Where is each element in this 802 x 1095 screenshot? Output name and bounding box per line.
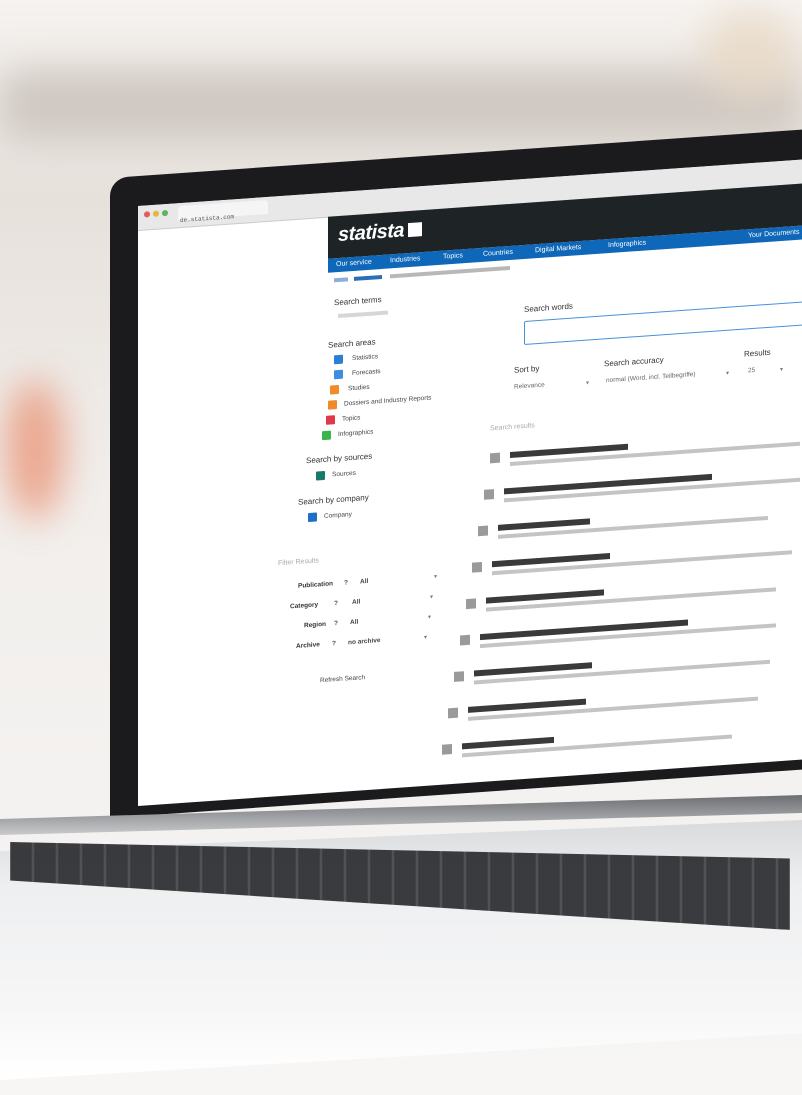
filter-archive-help-icon[interactable]: ? — [332, 640, 336, 647]
breadcrumb-home[interactable] — [334, 277, 348, 283]
nav-item-industries[interactable]: Industries — [390, 255, 420, 264]
filter-category-value[interactable]: All — [352, 598, 360, 606]
logo-text: statista — [338, 219, 405, 247]
minimize-window-button[interactable] — [153, 210, 159, 217]
result-thumbnail — [484, 489, 494, 500]
source-icon — [316, 470, 325, 481]
result-thumbnail — [442, 744, 452, 755]
chevron-down-icon[interactable]: ▾ — [430, 593, 433, 600]
filter-results-label: Filter Results — [278, 557, 319, 568]
result-thumbnail — [472, 561, 482, 573]
sort-by-label: Sort by — [514, 363, 540, 375]
chevron-down-icon[interactable]: ▾ — [424, 634, 427, 641]
chevron-down-icon[interactable]: ▾ — [780, 366, 783, 373]
filter-publication-help-icon[interactable]: ? — [344, 579, 348, 586]
result-thumbnail — [478, 525, 488, 537]
laptop-screen: de.statista.com statista Our service Ind… — [138, 157, 802, 806]
maximize-window-button[interactable] — [162, 209, 168, 217]
filter-archive-label: Archive — [296, 641, 320, 650]
bar-chart-icon — [334, 354, 343, 365]
sort-by-select[interactable]: Relevance — [514, 382, 545, 391]
nav-item-your-documents[interactable]: Your Documents — [748, 229, 800, 240]
result-thumbnail — [448, 707, 458, 719]
filter-region-help-icon[interactable]: ? — [334, 620, 338, 627]
chevron-down-icon[interactable]: ▾ — [428, 614, 431, 621]
search-by-sources-label: Search by sources — [306, 451, 373, 466]
search-area-statistics[interactable]: Statistics — [352, 353, 378, 362]
company-icon — [308, 512, 317, 523]
nav-item-our-service[interactable]: Our service — [336, 259, 372, 269]
breadcrumb-level-2[interactable] — [354, 274, 382, 281]
search-words-label: Search words — [524, 301, 573, 315]
search-area-studies[interactable]: Studies — [348, 384, 370, 393]
search-terms-field[interactable] — [338, 310, 388, 319]
search-terms-label: Search terms — [334, 294, 382, 308]
search-area-infographics[interactable]: Infographics — [338, 429, 373, 438]
search-by-company-label: Search by company — [298, 492, 369, 507]
statista-logo[interactable]: statista — [338, 218, 423, 247]
chevron-down-icon[interactable]: ▾ — [726, 370, 729, 377]
results-per-page-select[interactable]: 25 — [748, 367, 755, 375]
forecast-chart-icon — [334, 369, 343, 380]
search-accuracy-select[interactable]: normal (Word, incl. Teilbegriffe) — [606, 371, 696, 384]
filter-publication-label: Publication — [298, 580, 334, 590]
result-thumbnail — [460, 634, 470, 646]
study-document-icon — [330, 384, 339, 395]
nav-item-countries[interactable]: Countries — [483, 249, 513, 258]
result-thumbnail — [466, 598, 476, 610]
topic-icon — [326, 415, 335, 425]
nav-item-infographics[interactable]: Infographics — [608, 239, 646, 249]
search-results-heading: Search results — [490, 422, 535, 433]
search-by-company-item[interactable]: Company — [324, 511, 352, 520]
chevron-down-icon[interactable]: ▾ — [434, 573, 437, 580]
nav-item-digital-markets[interactable]: Digital Markets — [535, 244, 581, 254]
dossier-icon — [328, 400, 337, 410]
search-area-dossiers[interactable]: Dossiers and Industry Reports — [344, 394, 431, 407]
filter-region-value[interactable]: All — [350, 619, 358, 627]
filter-category-help-icon[interactable]: ? — [334, 600, 338, 607]
results-per-page-label: Results — [744, 347, 771, 359]
chevron-down-icon[interactable]: ▾ — [586, 379, 589, 386]
background-blur-orange — [5, 380, 65, 520]
close-window-button[interactable] — [144, 211, 150, 218]
breadcrumb-current — [390, 265, 510, 279]
filter-region-label: Region — [304, 620, 327, 630]
search-area-forecasts[interactable]: Forecasts — [352, 368, 381, 377]
background-blur-window — [700, 10, 800, 100]
background-blur-shelf — [0, 70, 802, 140]
filter-category-label: Category — [290, 601, 319, 611]
filter-archive-value[interactable]: no archive — [348, 637, 381, 646]
filter-publication-value[interactable]: All — [360, 578, 368, 586]
logo-mark-icon — [408, 222, 423, 238]
search-area-topics[interactable]: Topics — [342, 414, 360, 422]
infographic-icon — [322, 430, 331, 441]
nav-item-topics[interactable]: Topics — [443, 252, 463, 260]
refresh-search-button[interactable]: Refresh Search — [320, 674, 365, 684]
result-thumbnail — [454, 671, 464, 682]
result-thumbnail — [490, 452, 500, 464]
search-areas-label: Search areas — [328, 337, 376, 350]
search-by-sources-item[interactable]: Sources — [332, 470, 356, 479]
search-accuracy-label: Search accuracy — [604, 355, 664, 369]
